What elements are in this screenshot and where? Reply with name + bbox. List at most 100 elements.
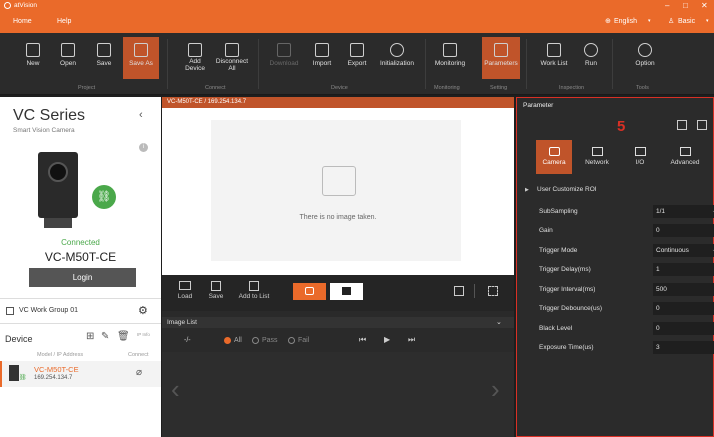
viewer-tab[interactable]: VC-M50T-CE / 169.254.134.7 [162, 97, 514, 108]
download-button[interactable]: Download [266, 37, 302, 79]
filter-fail-radio[interactable] [288, 337, 295, 344]
gain-input[interactable]: 0 [653, 224, 714, 237]
edit-icon[interactable]: ✎ [101, 331, 109, 342]
play-icon[interactable]: ▶ [384, 335, 390, 344]
add-to-list-button[interactable]: Add to List [234, 281, 274, 300]
load-button[interactable]: Load [175, 281, 195, 300]
last-image-icon[interactable]: ⏭ [408, 335, 415, 345]
camera-mount [44, 218, 72, 228]
user-roi-label[interactable]: User Customize ROI [537, 186, 597, 193]
save-image-button[interactable]: Save [206, 281, 226, 300]
series-title: VC Series [13, 107, 86, 124]
language-select[interactable]: English [614, 18, 637, 25]
info-icon[interactable]: i [139, 143, 148, 152]
add-image-icon [249, 281, 259, 291]
tab-io[interactable]: I/O [622, 140, 658, 174]
mode-select[interactable]: Basic [678, 18, 695, 25]
first-image-icon[interactable]: ⏮ [359, 335, 366, 345]
viewer-tab-label: VC-M50T-CE / 169.254.134.7 [167, 99, 247, 105]
subsampling-select[interactable]: 1/1 ⌄ [653, 205, 714, 218]
sliders-icon [494, 43, 508, 57]
app-title: atVision [14, 2, 38, 9]
save-icon [211, 281, 221, 291]
initialization-button[interactable]: Initialization [374, 37, 420, 79]
work-list-button[interactable]: Work List [538, 37, 570, 79]
folder-open-icon [61, 43, 75, 57]
filter-all-radio[interactable] [224, 337, 231, 344]
close-button[interactable]: ✕ [701, 1, 708, 10]
fullscreen-icon[interactable] [488, 286, 498, 296]
save-as-button[interactable]: Save As [123, 37, 159, 79]
device-list-item[interactable]: ⛓ VC-M50T-CE 169.254.134.7 ⌀ [0, 361, 161, 387]
clipboard-icon [547, 43, 561, 57]
minimize-button[interactable]: – [665, 1, 669, 10]
new-file-icon [26, 43, 40, 57]
param-subsampling: SubSampling 1/1 ⌄ [525, 205, 714, 219]
tab-camera[interactable]: Camera [536, 140, 572, 174]
ip-info-button[interactable]: IP Info [137, 332, 151, 337]
divider [425, 39, 426, 89]
lens [48, 162, 68, 182]
chevron-down-icon[interactable]: ▾ [648, 18, 651, 24]
tab-advanced[interactable]: Advanced [663, 140, 707, 174]
monitoring-button[interactable]: Monitoring [431, 37, 469, 79]
export-button[interactable]: Export [343, 37, 371, 79]
device-ip: 169.254.134.7 [34, 375, 73, 381]
chevron-down-icon[interactable]: ▾ [706, 18, 709, 24]
param-trigger-delay: Trigger Delay(ms) 1 [525, 263, 714, 277]
new-button[interactable]: New [20, 37, 46, 79]
trigger-delay-input[interactable]: 1 [653, 263, 714, 276]
login-button[interactable]: Login [29, 268, 136, 287]
parameters-button[interactable]: Parameters [482, 37, 520, 79]
black-level-input[interactable]: 0 [653, 322, 714, 335]
connect-link-button[interactable]: ⛓ [92, 185, 116, 209]
filter-pass-radio[interactable] [252, 337, 259, 344]
trigger-interval-input[interactable]: 500 [653, 283, 714, 296]
chevron-left-icon[interactable]: ‹ [171, 374, 180, 405]
trigger-mode-select[interactable]: Continuous ⌄ [653, 244, 714, 257]
param-exposure-time: Exposure Time(us) 3 [525, 341, 714, 355]
thumbnail-strip: ‹ › [162, 352, 514, 437]
menu-home[interactable]: Home [13, 18, 32, 25]
run-button[interactable]: Run [578, 37, 604, 79]
import-button[interactable]: Import [308, 37, 336, 79]
camera-icon [548, 147, 560, 156]
image-list-header[interactable]: Image List ⌄ [162, 317, 514, 328]
tab-network[interactable]: Network [579, 140, 615, 174]
menu-help[interactable]: Help [57, 18, 71, 25]
group-setting: Setting [490, 85, 508, 91]
divider [258, 39, 259, 89]
add-device-button[interactable]: Add Device [180, 37, 210, 79]
fit-view-icon[interactable] [454, 286, 464, 296]
export-params-icon[interactable] [697, 120, 707, 130]
stack-button[interactable] [330, 283, 363, 300]
parameter-panel-title: Parameter [523, 102, 554, 109]
add-device-icon[interactable]: ⊞ [86, 331, 94, 342]
capture-button[interactable] [293, 283, 326, 300]
maximize-button[interactable]: □ [683, 1, 688, 10]
play-icon [584, 43, 598, 57]
group-inspection: Inspection [559, 85, 585, 91]
save-button[interactable]: Save [91, 37, 117, 79]
disconnect-all-button[interactable]: Disconnect All [212, 37, 252, 79]
open-button[interactable]: Open [55, 37, 81, 79]
image-viewer-panel: VC-M50T-CE / 169.254.134.7 There is no i… [162, 97, 514, 437]
workgroup-icon [6, 307, 14, 315]
disconnect-icon[interactable]: ⌀ [136, 367, 142, 378]
option-button[interactable]: Option [630, 37, 660, 79]
chevron-right-icon[interactable]: › [491, 374, 500, 405]
chevron-down-icon[interactable]: ⌄ [496, 318, 502, 326]
exposure-time-input[interactable]: 3 [653, 341, 714, 354]
add-device-icon [188, 43, 202, 57]
image-canvas[interactable]: There is no image taken. [162, 108, 514, 275]
device-panel: VC Series ‹ Smart Vision Camera i ⛓ Conn… [0, 97, 161, 437]
link-icon: ⛓ [19, 375, 27, 381]
gear-icon[interactable]: ⚙ [138, 304, 148, 317]
chevron-right-icon[interactable]: ▶ [525, 187, 529, 193]
delete-icon[interactable]: 🗑 [117, 331, 130, 342]
collapse-icon[interactable]: ‹ [139, 109, 143, 121]
import-params-icon[interactable] [677, 120, 687, 130]
divider [167, 39, 168, 89]
trigger-debounce-input[interactable]: 0 [653, 302, 714, 315]
divider [612, 39, 613, 89]
